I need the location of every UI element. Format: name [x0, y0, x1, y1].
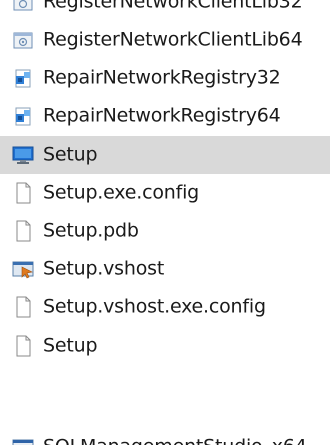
file-item-setup[interactable]: Setup: [0, 136, 330, 174]
file-name: Setup.pdb: [43, 219, 139, 242]
registry-icon: [11, 104, 35, 128]
blank-file-icon: [11, 334, 35, 358]
file-item-setup-exe-config[interactable]: Setup.exe.config: [0, 174, 330, 212]
file-name: RepairNetworkRegistry32: [43, 66, 281, 89]
registry-icon: [11, 66, 35, 90]
file-item-setup-pdb[interactable]: Setup.pdb: [0, 212, 330, 250]
dll-icon: [11, 28, 35, 52]
file-name: SQLManagementStudio_x64: [43, 436, 307, 445]
blank-file-icon: [11, 295, 35, 319]
file-name: Setup: [43, 334, 98, 357]
file-item-registernetworkclientlib32[interactable]: RegisterNetworkClientLib32: [0, 0, 330, 21]
file-name: Setup: [43, 143, 98, 166]
file-name: RegisterNetworkClientLib64: [43, 28, 303, 51]
setup-app-icon: [11, 143, 35, 167]
vshost-app-icon: [11, 257, 35, 281]
file-item-registernetworkclientlib64[interactable]: RegisterNetworkClientLib64: [0, 21, 330, 59]
file-name: Setup.vshost.exe.config: [43, 295, 266, 318]
file-item-repairnetworkregistry64[interactable]: RepairNetworkRegistry64: [0, 97, 330, 135]
file-name: Setup.vshost: [43, 257, 165, 280]
dll-icon: [11, 0, 35, 14]
file-name: RegisterNetworkClientLib32: [43, 0, 303, 13]
file-item-setup-file[interactable]: Setup: [0, 327, 330, 365]
blank-file-icon: [11, 181, 35, 205]
file-name: RepairNetworkRegistry64: [43, 104, 281, 127]
file-item-setup-vshost[interactable]: Setup.vshost: [0, 250, 330, 288]
sql-installer-icon: [11, 435, 35, 445]
file-item-repairnetworkregistry32[interactable]: RepairNetworkRegistry32: [0, 59, 330, 97]
file-name: Setup.exe.config: [43, 181, 200, 204]
file-list: RegisterNetworkClientLib32 RegisterNetwo…: [0, 0, 330, 445]
file-item-setup-vshost-exe-config[interactable]: Setup.vshost.exe.config: [0, 288, 330, 326]
file-item-sqlmanagementstudio-x64[interactable]: SQLManagementStudio_x64: [0, 428, 330, 445]
blank-file-icon: [11, 219, 35, 243]
